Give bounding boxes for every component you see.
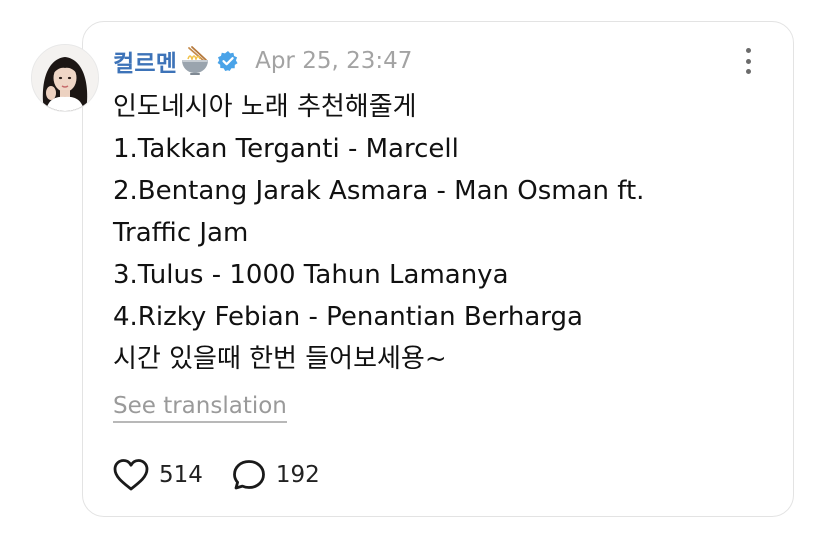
post-line: Traffic Jam bbox=[113, 218, 249, 248]
see-translation-link[interactable]: See translation bbox=[113, 392, 287, 423]
heart-icon bbox=[113, 459, 149, 491]
post-header: 컬르멘 Apr 25, 23:47 bbox=[113, 40, 412, 82]
avatar[interactable] bbox=[31, 44, 99, 112]
more-dot bbox=[745, 58, 751, 64]
post-line: 2.Bentang Jarak Asmara - Man Osman ft. bbox=[113, 176, 645, 206]
post-line: 3.Tulus - 1000 Tahun Lamanya bbox=[113, 260, 509, 290]
username[interactable]: 컬르멘 bbox=[113, 44, 177, 78]
post-line: 1.Takkan Terganti - Marcell bbox=[113, 134, 459, 164]
post-line: 인도네시아 노래 추천해줄게 bbox=[113, 92, 417, 122]
more-options-button[interactable] bbox=[737, 44, 759, 78]
ramen-bowl-icon bbox=[179, 45, 211, 77]
more-dot bbox=[745, 69, 751, 74]
comment-bubble-icon bbox=[233, 460, 265, 490]
verified-badge-icon bbox=[217, 50, 239, 72]
post-actions: 514 192 bbox=[112, 455, 320, 495]
timestamp[interactable]: Apr 25, 23:47 bbox=[255, 48, 412, 74]
post-line: 시간 있을때 한번 들어보세용~ bbox=[113, 344, 447, 374]
like-button[interactable]: 514 bbox=[112, 458, 203, 492]
more-vertical-icon bbox=[745, 48, 751, 53]
like-count: 514 bbox=[159, 462, 203, 488]
reply-button[interactable]: 192 bbox=[231, 458, 320, 492]
post-body: 인도네시아 노래 추천해줄게 1.Takkan Terganti - Marce… bbox=[113, 86, 753, 380]
reply-count: 192 bbox=[275, 462, 320, 488]
avatar-image bbox=[32, 45, 98, 111]
post-line: 4.Rizky Febian - Penantian Berharga bbox=[113, 302, 583, 332]
